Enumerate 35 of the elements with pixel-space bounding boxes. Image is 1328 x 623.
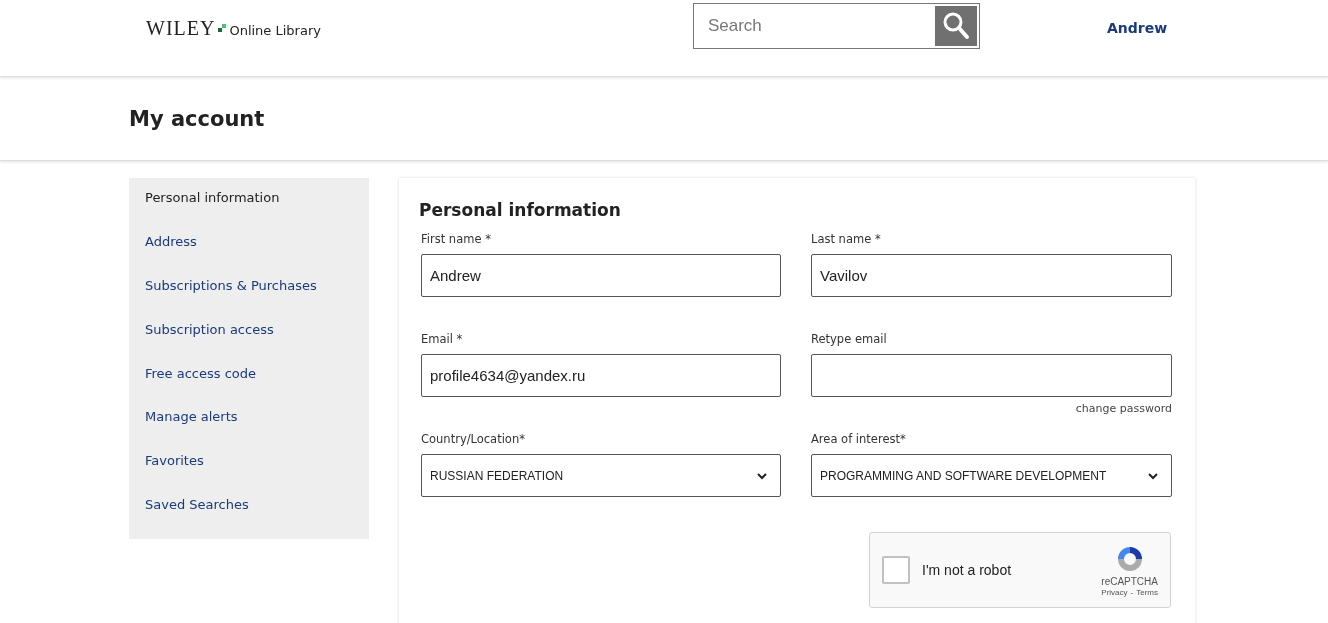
dropdown[interactable]: PROGRAMMING AND SOFTWARE DEVELOPMENT [811,454,1172,497]
privacy-link[interactable]: Privacy [1101,588,1128,597]
field-label: Area of interest* [811,432,907,448]
terms-link[interactable]: Terms [1136,588,1158,597]
search-button[interactable] [934,6,977,46]
sidebar-item[interactable]: Subscriptions & Purchases [129,275,369,320]
sidebar-item[interactable]: Favorites [129,451,369,496]
field-label: Country/Location* [421,432,526,448]
input-field[interactable]: Andrew [421,254,781,297]
captcha-label: I'm not a robot [922,562,1013,578]
sidebar-item[interactable]: Saved Searches [129,495,369,539]
sidebar-item[interactable]: Manage alerts [129,407,369,452]
input-field[interactable]: profile4634@yandex.ru [421,354,781,397]
separator-text: - [1130,588,1134,597]
page-title: My account [129,106,265,131]
form-title: Personal information [419,200,622,220]
field-label: Last name * [811,232,882,248]
checkbox[interactable] [882,556,910,584]
sidebar-item[interactable]: Address [129,231,369,276]
input-field[interactable] [811,354,1172,397]
input-field[interactable]: Vavilov [811,254,1172,297]
change-password-link[interactable]: change password [1075,402,1172,415]
site-logo[interactable]: WILEY Online Library [146,16,321,40]
chevron-down-icon [756,471,768,480]
chevron-down-icon [1147,471,1159,480]
sidebar-item[interactable]: Free access code [129,363,369,408]
sidebar-item[interactable]: Personal information [129,188,369,232]
recaptcha-text: reCAPTCHA [1101,576,1158,587]
user-link[interactable]: Andrew [1106,20,1168,36]
search-icon [941,11,970,41]
sidebar-item[interactable]: Subscription access [129,319,369,364]
field-label: Email * [421,332,464,348]
dropdown[interactable]: RUSSIAN FEDERATION [421,454,781,497]
field-label: First name * [421,232,492,248]
field-label: Retype email [811,332,888,348]
